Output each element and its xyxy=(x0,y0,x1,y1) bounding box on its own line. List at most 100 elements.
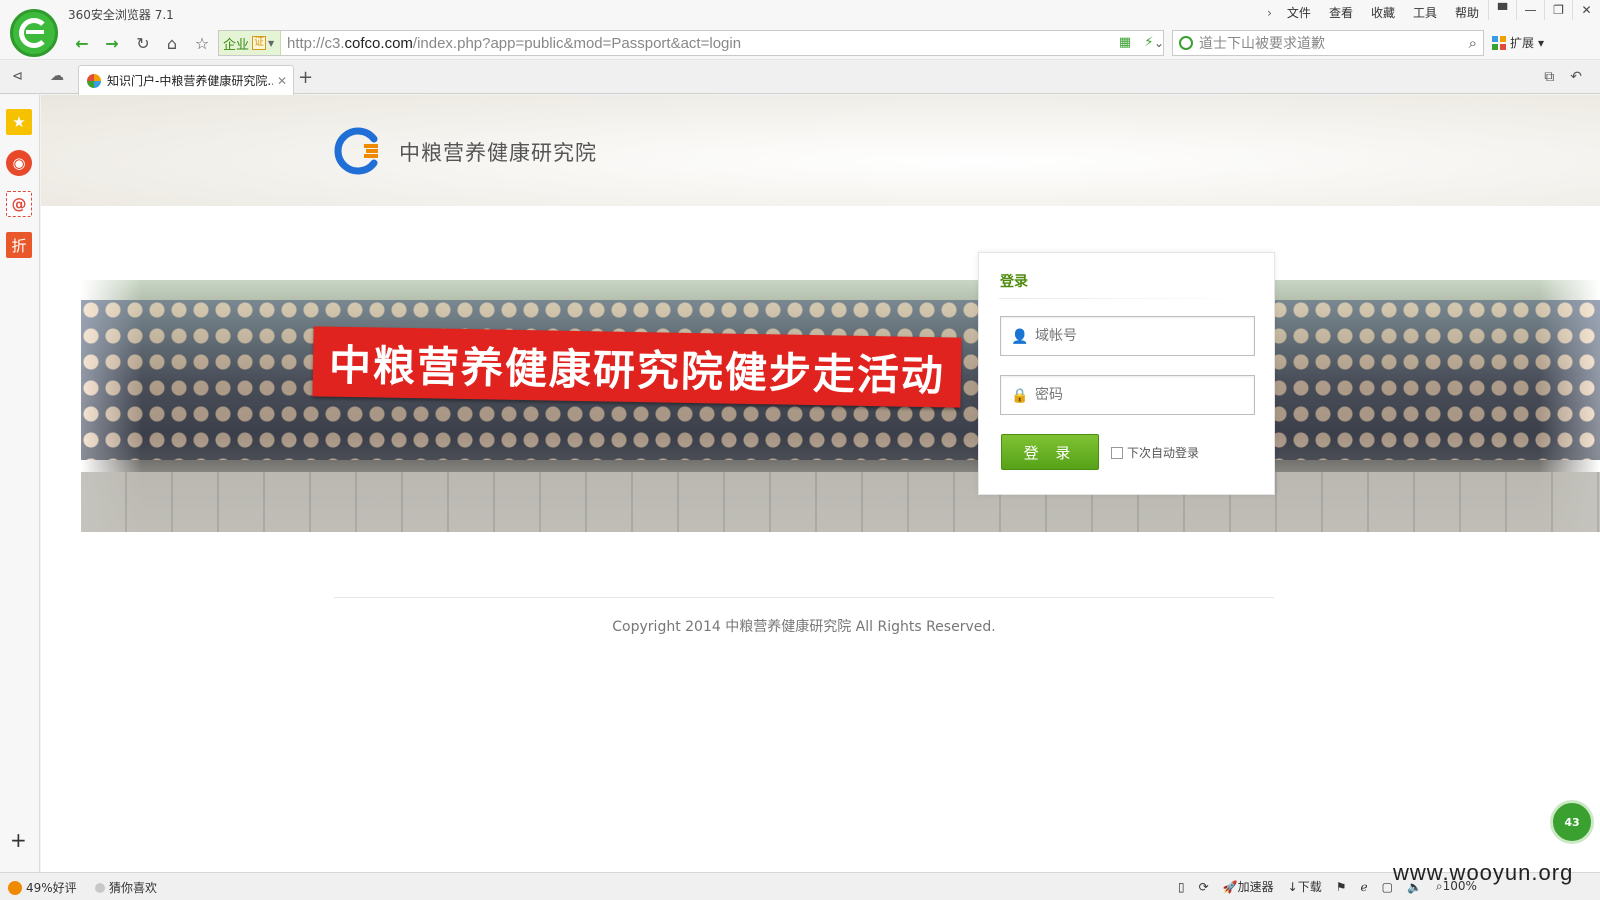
browser-sidebar: ★ ◉ @ 折 + xyxy=(0,95,40,872)
back-arrow-icon[interactable]: ← xyxy=(70,31,94,55)
site-favicon-icon xyxy=(87,73,101,88)
mobile-icon[interactable]: ▯ xyxy=(1178,880,1185,894)
accelerator-button[interactable]: 🚀加速器 xyxy=(1223,878,1274,895)
close-icon[interactable]: ✕ xyxy=(1572,0,1600,20)
enterprise-cert-badge[interactable]: 企业 证 ▼ xyxy=(219,31,281,55)
password-field: 🔒 xyxy=(1000,375,1255,415)
home-icon[interactable]: ⌂ xyxy=(160,31,184,55)
undo-close-icon[interactable]: ↶ xyxy=(1570,69,1582,85)
rocket-icon: 🚀 xyxy=(1222,880,1238,894)
remember-checkbox[interactable] xyxy=(1111,446,1123,459)
cloud-icon[interactable]: ☁ xyxy=(50,68,64,84)
menu-view[interactable]: 查看 xyxy=(1320,4,1362,22)
password-input[interactable] xyxy=(1035,384,1245,406)
download-button[interactable]: ↓下载 xyxy=(1288,878,1322,895)
mail-icon[interactable]: @ xyxy=(6,191,32,217)
accelerator-label: 加速器 xyxy=(1237,880,1274,894)
chevron-right-icon[interactable]: › xyxy=(1261,4,1278,22)
url-text[interactable]: http://c3.cofco.com/index.php?app=public… xyxy=(287,35,741,52)
sidebar-toggle-icon[interactable]: ⊲ xyxy=(12,69,23,84)
account-input[interactable] xyxy=(1035,325,1245,347)
watermark-text: www.wooyun.org xyxy=(1393,860,1574,885)
dot-icon xyxy=(95,882,105,893)
cert-icon: 证 xyxy=(252,36,267,50)
site-header: 中粮营养健康研究院 xyxy=(41,95,1600,206)
copyright-text: Copyright 2014 中粮营养健康研究院 All Rights Rese… xyxy=(612,619,996,635)
rating-status[interactable]: 49%好评 xyxy=(8,879,77,896)
chevron-down-icon: ▾ xyxy=(1538,35,1545,50)
address-dropdown-icon[interactable]: ⌄ xyxy=(1148,31,1170,55)
banner-sign-text: 中粮营养健康研究院健步走活动 xyxy=(328,340,946,400)
browser-menu: › 文件 查看 收藏 工具 帮助 xyxy=(1261,4,1488,22)
footer-divider xyxy=(334,597,1274,598)
tab-bar: ⊲ ☁ 知识门户-中粮营养健康研究院... ✕ + ⧉ ↶ xyxy=(0,61,1600,95)
tab-tools: ⧉ ↶ xyxy=(1544,69,1582,85)
forward-arrow-icon[interactable]: → xyxy=(100,31,124,55)
skin-icon[interactable]: ▀ xyxy=(1488,0,1516,20)
guess-text: 猜你喜欢 xyxy=(109,881,158,895)
browser-logo-icon[interactable] xyxy=(10,9,58,57)
star-outline-icon[interactable]: ☆ xyxy=(190,31,214,55)
account-field: 👤 xyxy=(1000,316,1255,356)
menu-file[interactable]: 文件 xyxy=(1278,4,1320,22)
extensions-button[interactable]: 扩展 ▾ xyxy=(1492,34,1544,51)
address-bar-row: ← → ↻ ⌂ ☆ 企业 证 ▼ http://c3.cofco.com/ind… xyxy=(0,26,1600,60)
guess-you-like[interactable]: 猜你喜欢 xyxy=(95,879,157,896)
page-viewport: 中粮营养健康研究院 中粮营养健康研究院健步走活动 登录 👤 🔒 登 录 下次自动… xyxy=(41,95,1600,872)
weibo-icon[interactable]: ◉ xyxy=(6,150,32,176)
minimize-icon[interactable]: — xyxy=(1516,0,1544,20)
status-bar: 49%好评 猜你喜欢 ▯ ⟳ 🚀加速器 ↓下载 ⚑ ℯ ▢ 🔈 ⌕100% xyxy=(0,872,1600,900)
rating-text: 49%好评 xyxy=(26,881,77,895)
url-host: cofco.com xyxy=(344,35,413,52)
qr-code-icon[interactable]: ▦ xyxy=(1117,35,1133,51)
refresh-icon[interactable]: ↻ xyxy=(131,31,155,55)
search-input[interactable] xyxy=(1199,33,1449,53)
login-card: 登录 👤 🔒 登 录 下次自动登录 xyxy=(978,252,1275,495)
menu-favorites[interactable]: 收藏 xyxy=(1362,4,1404,22)
tab-active[interactable]: 知识门户-中粮营养健康研究院... ✕ xyxy=(78,65,294,95)
app-title: 360安全浏览器 7.1 xyxy=(68,8,174,22)
apps-grid-icon xyxy=(1492,35,1506,50)
remember-me: 下次自动登录 xyxy=(1111,444,1199,461)
download-arrow-icon: ↓ xyxy=(1287,880,1298,894)
new-tab-icon[interactable]: + xyxy=(298,67,313,88)
maximize-icon[interactable]: ❐ xyxy=(1544,0,1572,20)
search-box: ⌕ xyxy=(1172,30,1484,56)
search-engine-icon[interactable] xyxy=(1179,36,1193,50)
refresh-circle-icon[interactable]: ⟳ xyxy=(1199,880,1209,894)
extensions-label: 扩展 xyxy=(1510,36,1535,50)
ie-icon[interactable]: ℯ xyxy=(1360,880,1367,894)
chevron-down-icon: ▼ xyxy=(268,38,275,48)
tab-close-icon[interactable]: ✕ xyxy=(277,74,287,88)
flag-icon[interactable]: ⚑ xyxy=(1336,880,1347,894)
enterprise-label: 企业 xyxy=(223,37,250,53)
hero-banner-photo: 中粮营养健康研究院健步走活动 xyxy=(81,280,1600,532)
menu-help[interactable]: 帮助 xyxy=(1446,4,1488,22)
login-divider xyxy=(999,298,1255,299)
pavement-photo xyxy=(81,472,1600,532)
download-label: 下载 xyxy=(1297,880,1322,894)
sidebar-add-icon[interactable]: + xyxy=(10,828,27,852)
remember-label: 下次自动登录 xyxy=(1127,446,1200,460)
login-heading: 登录 xyxy=(1000,274,1028,290)
tab-restore-icon[interactable]: ⧉ xyxy=(1544,69,1554,85)
tab-title: 知识门户-中粮营养健康研究院... xyxy=(107,74,273,88)
lock-icon: 🔒 xyxy=(1011,388,1029,404)
rating-icon xyxy=(8,880,22,895)
address-bar[interactable]: 企业 证 ▼ http://c3.cofco.com/index.php?app… xyxy=(218,30,1164,56)
window-icon[interactable]: ▢ xyxy=(1382,880,1393,894)
window-controls: ▀ — ❐ ✕ xyxy=(1488,0,1600,20)
banner-sign: 中粮营养健康研究院健步走活动 xyxy=(312,326,962,408)
url-prefix: http://c3. xyxy=(287,35,345,52)
login-button[interactable]: 登 录 xyxy=(1001,434,1099,470)
site-name: 中粮营养健康研究院 xyxy=(399,141,597,165)
url-path: /index.php?app=public&mod=Passport&act=l… xyxy=(412,35,742,52)
floating-speed-widget[interactable]: 43 xyxy=(1550,800,1594,844)
search-icon[interactable]: ⌕ xyxy=(1469,34,1477,52)
favorites-star-icon[interactable]: ★ xyxy=(6,109,32,135)
discount-icon[interactable]: 折 xyxy=(6,232,32,258)
site-logo-icon xyxy=(334,127,378,175)
browser-titlebar: 360安全浏览器 7.1 › 文件 查看 收藏 工具 帮助 ▀ — ❐ ✕ xyxy=(0,0,1600,26)
user-icon: 👤 xyxy=(1011,329,1029,345)
menu-tools[interactable]: 工具 xyxy=(1404,4,1446,22)
